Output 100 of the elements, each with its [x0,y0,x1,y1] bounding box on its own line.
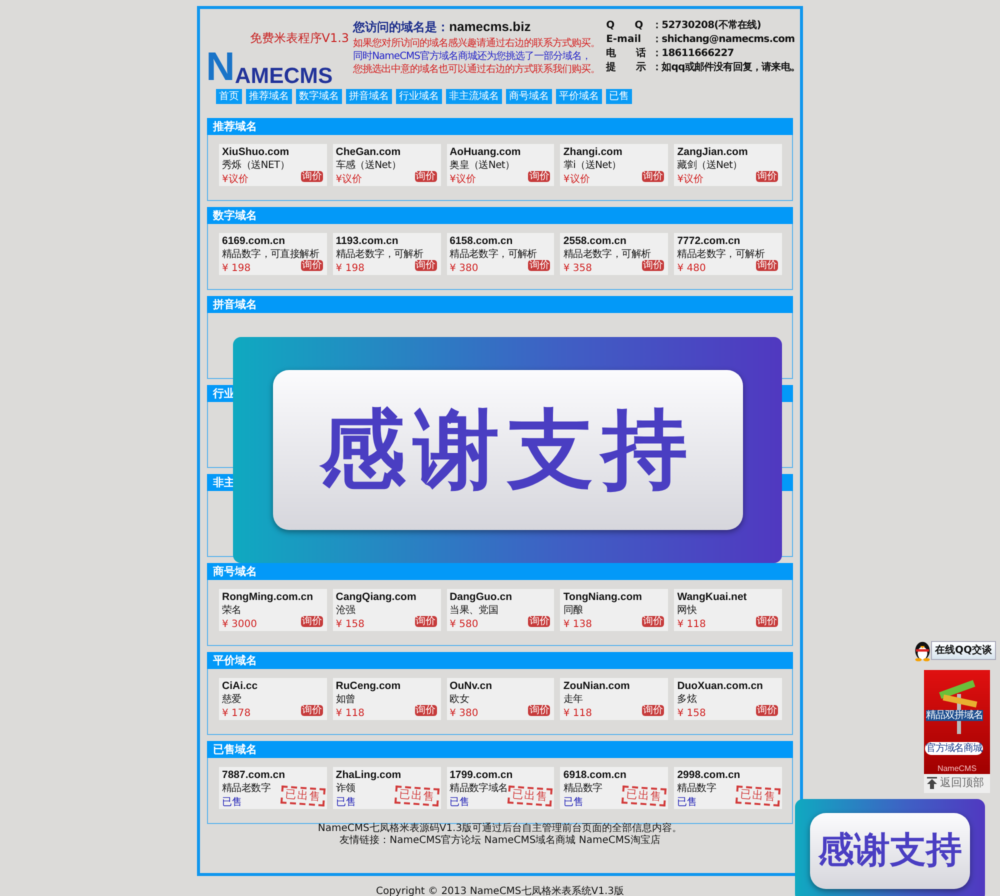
domain-description: 车感（送Net） [336,159,401,172]
up-arrow-icon [926,777,938,790]
sold-stamp: 已出售 [508,785,553,807]
inquiry-tag[interactable]: 询价 [756,616,778,627]
sold-link[interactable]: 已售 [677,796,698,809]
domain-description: 走年 [563,693,583,706]
footer-link[interactable]: NameCMS淘宝店 [578,835,660,846]
inquiry-tag[interactable]: 询价 [414,616,437,627]
logo-letter: N [206,47,235,87]
domain-description: 藏剑（送Net） [677,159,742,172]
info-text: 您挑选出中意的域名也可以通过右边的方式联系我们购买。 [353,62,602,76]
inquiry-tag[interactable]: 询价 [300,616,323,627]
domain-name: CiAi.cc [222,680,259,693]
section-header: 拼音域名 [207,296,793,313]
price: ¥ 118 [563,707,592,720]
inquiry-tag[interactable]: 询价 [642,260,664,271]
domain-name: OuNv.cn [450,680,493,693]
domain-name: ZhaLing.com [336,769,402,782]
domain-description: 沧强 [336,604,356,617]
inquiry-tag[interactable]: 询价 [300,705,323,716]
ad-banner[interactable]: 精品双拼域名 官方域名商城 NameCMS [924,670,990,774]
domain-description: 精品数字 [563,782,602,795]
ad-brand-text: NameCMS [936,764,978,774]
domain-name: Zhangi.com [563,146,624,159]
contact-value: ：shichang@namecms.com [652,34,795,45]
domain-name: ZouNian.com [563,680,631,693]
domain-description: 精品老数字，可解析 [336,248,424,260]
domain-name: RuCeng.com [336,680,402,693]
contact-label: 提 示 [606,61,648,75]
qq-chat-button[interactable]: 在线QQ交谈 [930,640,996,660]
contact-value: ：52730208(不常在线) [652,20,761,31]
price: ¥ 178 [222,707,251,720]
nav-button[interactable]: 平价域名 [556,89,602,104]
domain-description: 精品老数字，可解析 [450,248,537,260]
nav-button[interactable]: 数字域名 [296,89,342,104]
footer-link[interactable]: NameCMS域名商城 [484,835,576,846]
domain-name: 6158.com.cn [450,235,514,248]
price: ¥议价 [563,173,590,186]
nav-button[interactable]: 首页 [216,89,242,104]
nav-button[interactable]: 行业域名 [396,89,442,104]
thanks-text: 感谢支持 [272,370,742,530]
back-to-top-button[interactable]: 返回顶部 [924,774,990,792]
domain-name: 2998.com.cn [677,769,742,782]
price: ¥ 158 [677,707,706,720]
inquiry-tag[interactable]: 询价 [300,171,323,182]
inquiry-tag[interactable]: 询价 [414,705,437,716]
price: ¥ 138 [563,618,592,631]
domain-name: 1799.com.cn [450,769,514,782]
domain-name: 1193.com.cn [336,235,400,248]
inquiry-tag[interactable]: 询价 [756,705,778,716]
domain-name: RongMing.com.cn [222,591,314,604]
domain-name: 2558.com.cn [563,235,628,248]
section-header: 商号域名 [207,563,793,580]
inquiry-tag[interactable]: 询价 [528,260,550,271]
ad-button: 官方域名商城 [925,742,984,755]
contact-label: 电 话 [606,47,648,61]
price: ¥ 118 [677,618,706,631]
section-header: 平价域名 [207,652,793,669]
nav-button[interactable]: 非主流域名 [446,89,502,104]
domain-description: 精品数字域名 [450,782,508,795]
inquiry-tag[interactable]: 询价 [414,260,437,271]
domain-description: 诈领 [336,782,356,795]
inquiry-tag[interactable]: 询价 [300,260,323,271]
sold-link[interactable]: 已售 [222,796,242,809]
inquiry-tag[interactable]: 询价 [414,171,437,182]
sold-link[interactable]: 已售 [450,796,470,809]
domain-name: 6918.com.cn [563,769,628,782]
info-text: 同时NameCMS官方域名商城还为您挑选了一部分域名， [353,50,592,62]
domain-description: 欧女 [450,693,469,706]
price: ¥ 580 [450,618,478,631]
domain-description: 精品数字 [677,782,716,795]
nav-button[interactable]: 已售 [606,89,632,104]
price: ¥ 198 [222,262,251,275]
nav-button[interactable]: 商号域名 [506,89,552,104]
footer-link[interactable]: NameCMS官方论坛 [390,835,482,846]
inquiry-tag[interactable]: 询价 [528,705,550,716]
inquiry-tag[interactable]: 询价 [642,616,664,627]
domain-description: 奥皇（送Net） [450,159,515,172]
inquiry-tag[interactable]: 询价 [756,260,778,271]
price: ¥ 380 [450,262,478,275]
inquiry-tag[interactable]: 询价 [528,616,550,627]
section-header: 数字域名 [207,207,793,224]
sold-stamp: 已出售 [735,785,781,807]
sold-stamp: 已出售 [394,785,440,807]
domain-description: 秀烁（送NET） [222,159,290,172]
inquiry-tag[interactable]: 询价 [756,171,778,182]
price: ¥ 380 [450,707,478,720]
sold-stamp: 已出售 [622,785,667,807]
info-text: 如果您对所访问的域名感兴趣请通过右边的联系方式购买。 [353,36,602,50]
inquiry-tag[interactable]: 询价 [528,171,550,182]
nav-button[interactable]: 推荐域名 [246,89,292,104]
nav-button[interactable]: 拼音域名 [346,89,392,104]
domain-description: 精品老数字，可解析 [677,248,764,260]
domain-description: 精品老数字 [222,782,271,795]
sold-link[interactable]: 已售 [336,796,356,809]
inquiry-tag[interactable]: 询价 [642,705,664,716]
price: ¥ 158 [336,618,364,631]
sold-link[interactable]: 已售 [563,796,584,809]
domain-description: 当果、党国 [450,604,498,617]
inquiry-tag[interactable]: 询价 [642,171,664,182]
